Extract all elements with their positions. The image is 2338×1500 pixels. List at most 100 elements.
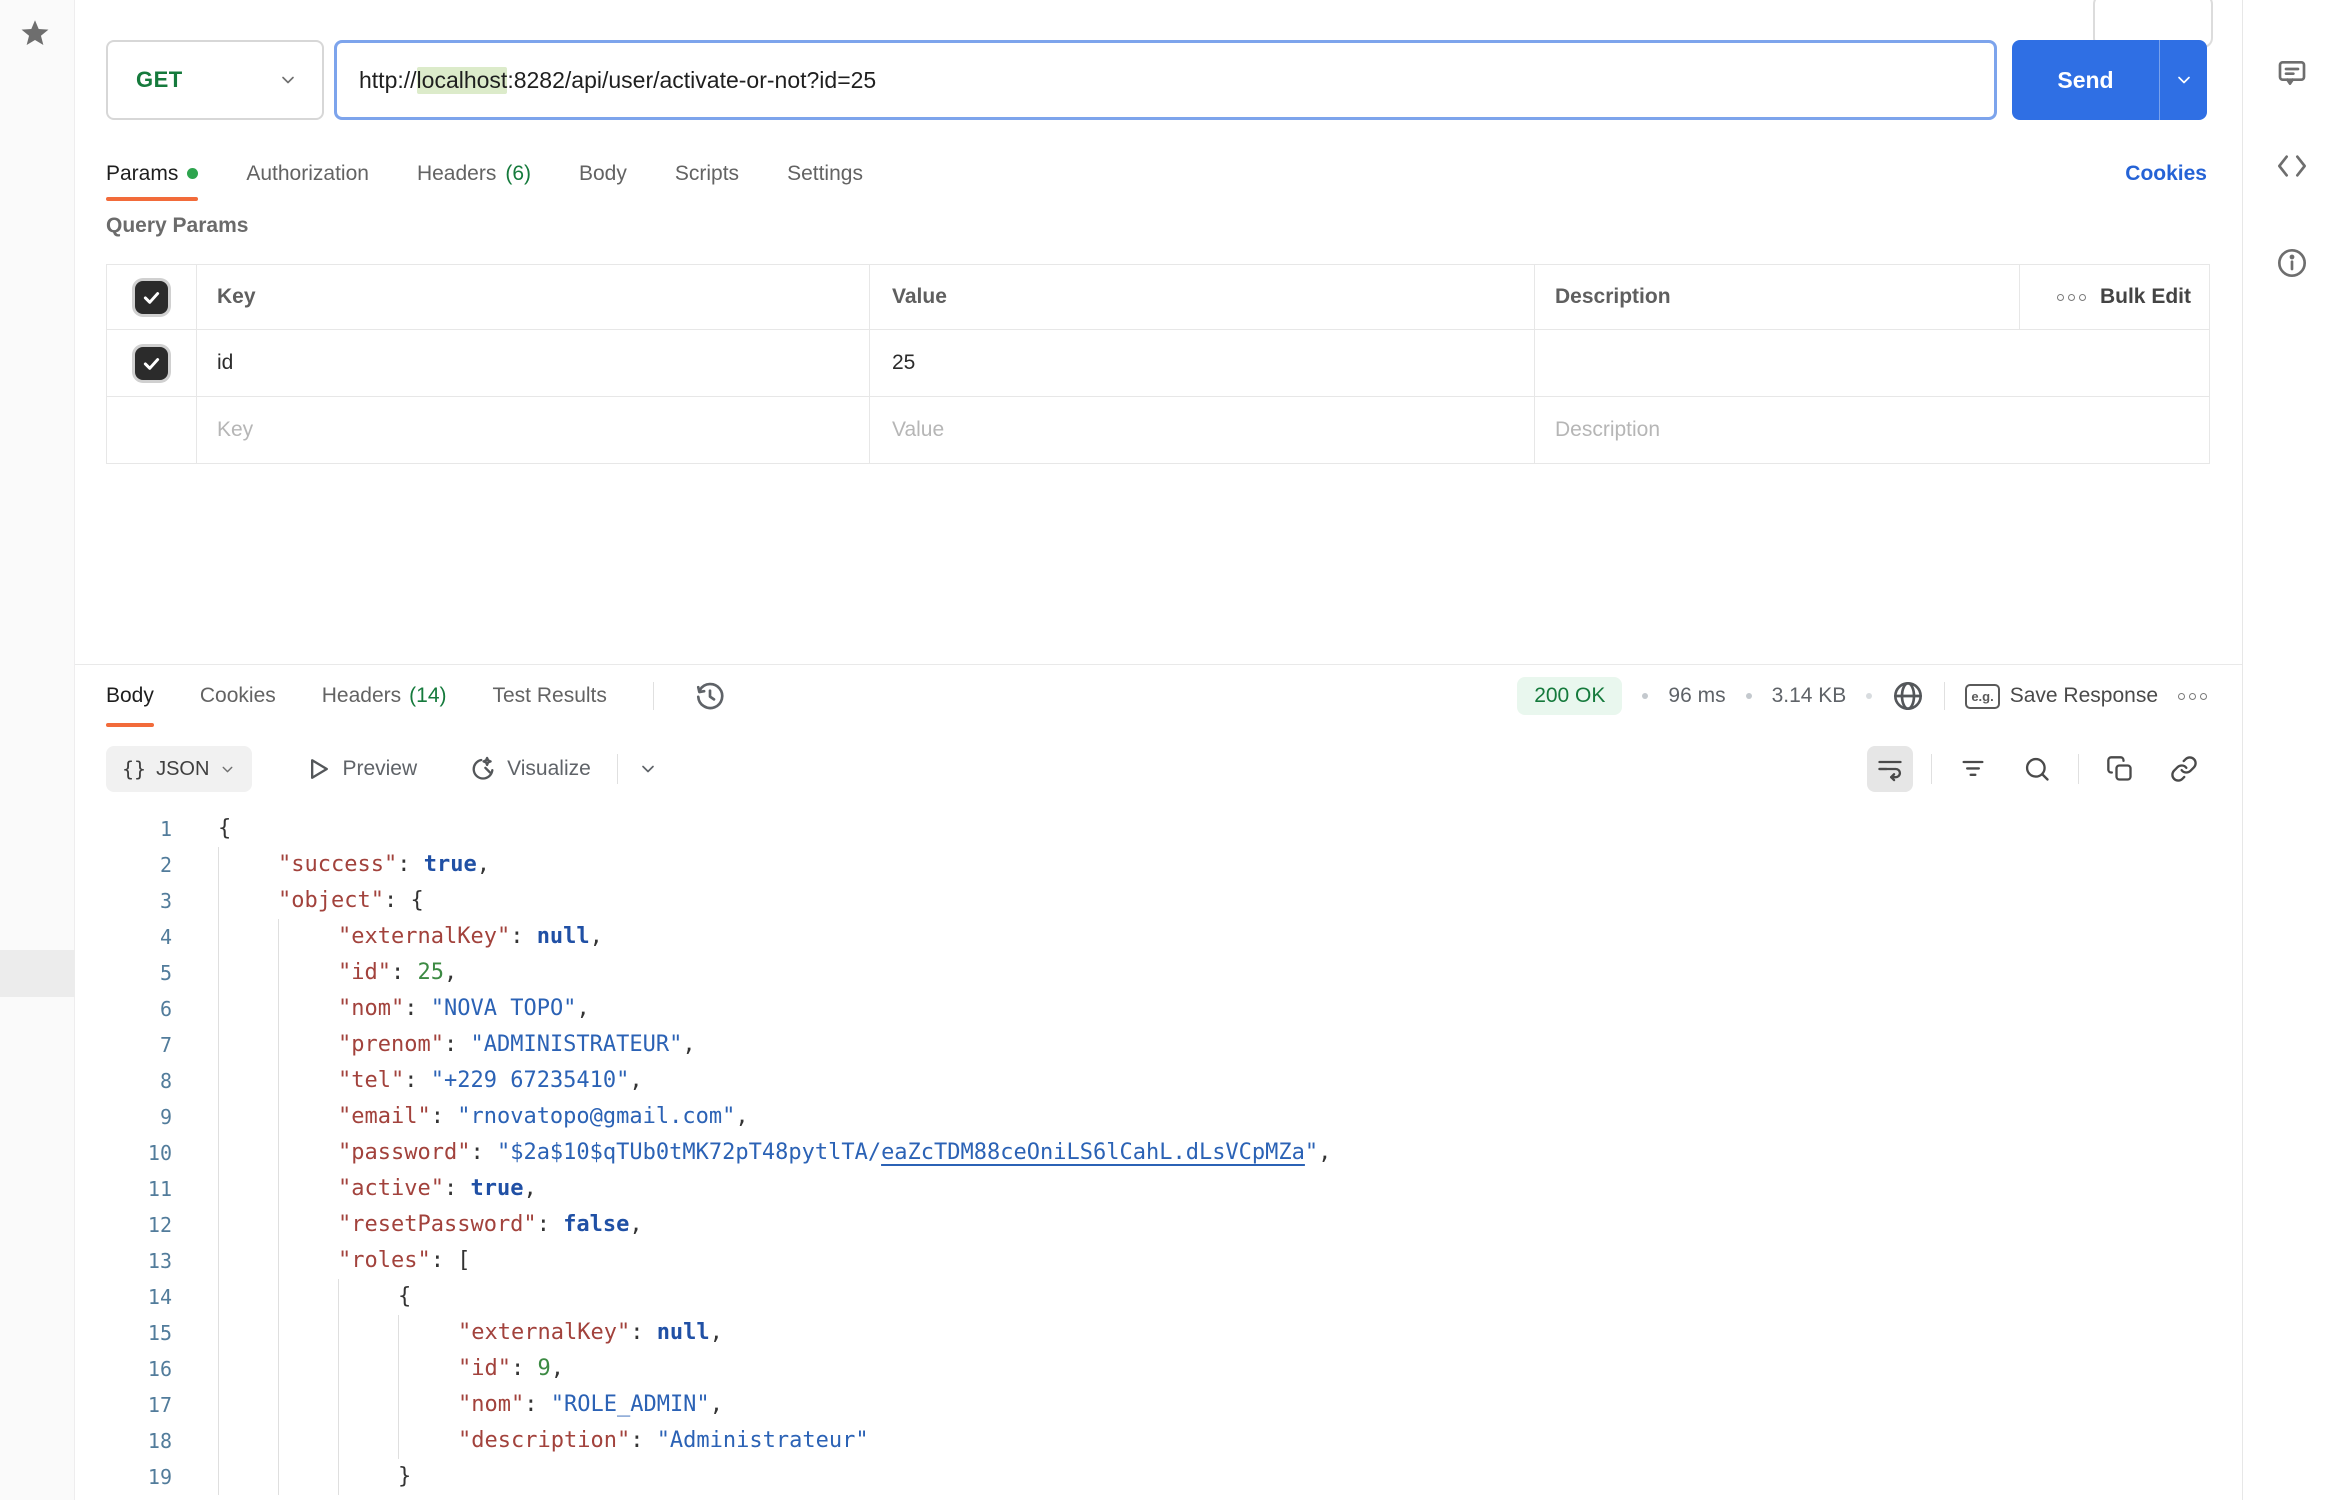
- response-tab-test-results[interactable]: Test Results: [493, 665, 607, 727]
- line-number: 7: [75, 1027, 172, 1063]
- code-line: 14{: [75, 1279, 2242, 1315]
- indent-guide: [218, 1207, 278, 1243]
- code-line: 1{: [75, 811, 2242, 847]
- line-number: 3: [75, 883, 172, 919]
- tab-scripts[interactable]: Scripts: [675, 146, 739, 201]
- indent-guide: [338, 1351, 398, 1387]
- line-number: 11: [75, 1171, 172, 1207]
- new-param-key-input[interactable]: [217, 418, 804, 442]
- param-empty-row: [107, 396, 2209, 463]
- indent-guide: [278, 1243, 338, 1279]
- comments-icon[interactable]: [2276, 57, 2308, 89]
- info-icon[interactable]: [2276, 247, 2308, 279]
- column-header-value: Value: [870, 265, 1535, 329]
- code-line: 12"resetPassword": false,: [75, 1207, 2242, 1243]
- copy-icon[interactable]: [2097, 746, 2143, 792]
- indent-guide: [218, 1243, 278, 1279]
- response-headers-count: (14): [409, 684, 446, 708]
- response-more-options-icon[interactable]: [2178, 693, 2207, 700]
- response-time[interactable]: 96 ms: [1668, 684, 1725, 708]
- code-line: 7"prenom": "ADMINISTRATEUR",: [75, 1027, 2242, 1063]
- network-globe-icon[interactable]: [1892, 680, 1924, 712]
- indent-guide: [278, 1027, 338, 1063]
- request-panel: GET http://localhost:8282/api/user/activ…: [75, 0, 2242, 1500]
- divider: [1944, 682, 1945, 710]
- divider: [617, 754, 618, 784]
- new-param-value-input[interactable]: [892, 418, 1470, 442]
- status-badge[interactable]: 200 OK: [1517, 677, 1622, 715]
- divider: [1931, 754, 1932, 784]
- response-code[interactable]: 1{2"success": true,3"object": {4"externa…: [75, 811, 2242, 1500]
- indent-guide: [398, 1315, 458, 1351]
- response-history-icon[interactable]: [694, 680, 726, 712]
- dot-separator: [1866, 693, 1872, 699]
- send-button[interactable]: Send: [2012, 40, 2207, 120]
- viewer-actions: [1867, 746, 2207, 792]
- cookies-link[interactable]: Cookies: [2125, 162, 2207, 186]
- line-number: 1: [75, 811, 172, 847]
- filter-icon[interactable]: [1950, 746, 1996, 792]
- star-icon[interactable]: [18, 16, 52, 50]
- code-snippet-icon[interactable]: [2276, 150, 2308, 182]
- response-tabs: Body Cookies Headers (14) Test Results: [106, 665, 726, 727]
- code-line: 16"id": 9,: [75, 1351, 2242, 1387]
- word-wrap-toggle[interactable]: [1867, 746, 1913, 792]
- response-size[interactable]: 3.14 KB: [1772, 684, 1847, 708]
- divider: [2078, 754, 2079, 784]
- indent-guide: [218, 991, 278, 1027]
- param-value-cell[interactable]: 25: [870, 330, 1535, 396]
- tab-headers[interactable]: Headers (6): [417, 146, 531, 201]
- response-tab-headers[interactable]: Headers (14): [322, 665, 447, 727]
- chevron-down-icon: [219, 761, 236, 778]
- line-number: 9: [75, 1099, 172, 1135]
- param-row-checkbox[interactable]: [135, 347, 168, 380]
- visualize-button[interactable]: Visualize: [469, 755, 591, 783]
- method-select[interactable]: GET: [106, 40, 324, 120]
- format-select[interactable]: {} JSON: [106, 746, 252, 792]
- indent-guide: [278, 955, 338, 991]
- url-input[interactable]: http://localhost:8282/api/user/activate-…: [334, 40, 1997, 120]
- example-badge-icon: e.g.: [1965, 684, 1999, 709]
- select-all-checkbox[interactable]: [135, 281, 168, 314]
- response-panel: Body Cookies Headers (14) Test Results 2…: [75, 664, 2242, 1500]
- indent-guide: [278, 1135, 338, 1171]
- line-number: 13: [75, 1243, 172, 1279]
- chevron-down-icon: [2174, 70, 2194, 90]
- new-param-description-input[interactable]: [1555, 418, 2144, 442]
- indent-guide: [338, 1279, 398, 1315]
- indent-guide: [218, 1099, 278, 1135]
- url-suffix: :8282/api/user/activate-or-not?id=25: [507, 67, 876, 94]
- tab-params[interactable]: Params: [106, 146, 198, 201]
- line-number: 12: [75, 1207, 172, 1243]
- tab-authorization[interactable]: Authorization: [246, 146, 369, 201]
- dot-separator: [1642, 693, 1648, 699]
- response-tab-cookies[interactable]: Cookies: [200, 665, 276, 727]
- send-options-caret[interactable]: [2160, 40, 2207, 120]
- bulk-edit-button[interactable]: Bulk Edit: [2019, 265, 2209, 329]
- line-number: 5: [75, 955, 172, 991]
- save-response-button[interactable]: e.g. Save Response: [1965, 684, 2158, 709]
- param-description-cell[interactable]: [1535, 330, 2209, 396]
- tab-settings[interactable]: Settings: [787, 146, 863, 201]
- preview-button[interactable]: Preview: [304, 755, 417, 783]
- line-number: 16: [75, 1351, 172, 1387]
- left-sidebar: [0, 0, 75, 1500]
- indent-guide: [278, 991, 338, 1027]
- search-icon[interactable]: [2014, 746, 2060, 792]
- code-line: 5"id": 25,: [75, 955, 2242, 991]
- response-tab-body[interactable]: Body: [106, 665, 154, 727]
- link-icon[interactable]: [2161, 746, 2207, 792]
- code-line: 10"password": "$2a$10$qTUb0tMK72pT48pytl…: [75, 1135, 2242, 1171]
- param-key-cell[interactable]: id: [197, 330, 870, 396]
- chevron-down-icon: [278, 70, 298, 90]
- dot-separator: [1746, 693, 1752, 699]
- response-status-bar: 200 OK 96 ms 3.14 KB e.g. Save Response: [1517, 677, 2207, 715]
- tab-body[interactable]: Body: [579, 146, 627, 201]
- indent-guide: [278, 919, 338, 955]
- sidebar-selection-highlight[interactable]: [0, 950, 75, 997]
- play-icon: [304, 755, 332, 783]
- url-highlighted-segment: localhost: [417, 67, 508, 94]
- line-number: 10: [75, 1135, 172, 1171]
- chevron-down-icon[interactable]: [638, 759, 658, 779]
- indent-guide: [278, 1423, 338, 1459]
